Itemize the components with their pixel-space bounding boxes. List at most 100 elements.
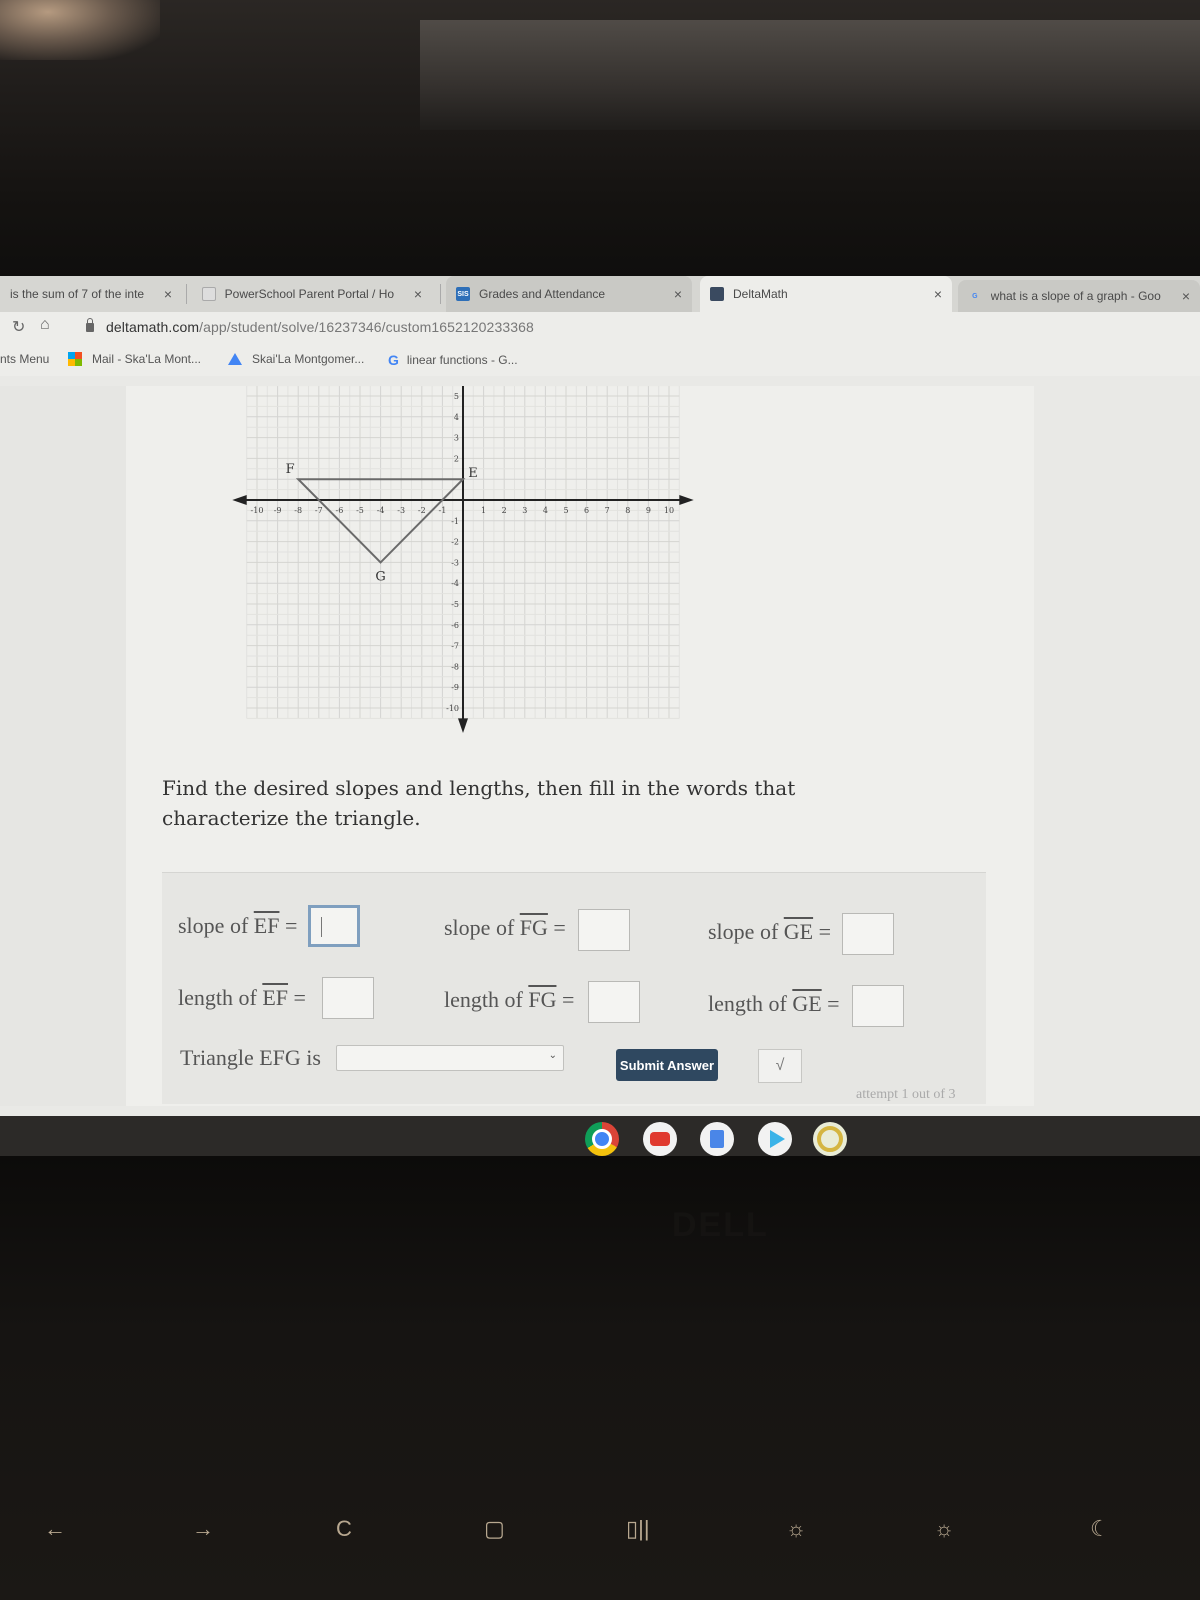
triangle-type-select[interactable]: ⌄ [336, 1045, 564, 1071]
label-prefix: length of [178, 985, 263, 1010]
play-store-icon[interactable] [758, 1122, 792, 1156]
segment-ge: GE [792, 991, 822, 1016]
vertex-label-e: E [468, 466, 478, 481]
x-tick-label: 6 [584, 506, 589, 515]
fullscreen-key-icon: ▢ [484, 1516, 505, 1541]
close-tab-icon[interactable]: × [164, 286, 172, 302]
coordinate-graph: -10 -9 -8 -7 -6 -5 -4 -3 -2 -1 1 2 3 4 5 6 7 8 9 10 5 4 3 2 -1 -2… [232, 386, 694, 733]
sqrt-button[interactable]: √ [758, 1049, 802, 1083]
x-tick-label: 7 [605, 506, 610, 515]
x-tick-label: 3 [522, 506, 527, 515]
powerschool-icon [202, 287, 216, 301]
reload-icon[interactable]: ↻ [12, 317, 25, 337]
length-ge-input[interactable] [852, 985, 904, 1027]
slope-ef-label: slope of EF = [178, 913, 297, 939]
segment-ge: GE [783, 919, 814, 944]
address-bar[interactable]: deltamath.com/app/student/solve/16237346… [86, 318, 534, 335]
vertex-label-g: G [375, 569, 385, 584]
y-tick-label: 2 [454, 454, 459, 463]
submit-answer-button[interactable]: Submit Answer [616, 1049, 718, 1081]
x-tick-label: -3 [397, 506, 405, 515]
segment-fg: FG [528, 987, 557, 1012]
tab-title: DeltaMath [733, 287, 788, 301]
x-axis-arrow-left [232, 495, 247, 505]
bookmark-drive[interactable]: Skai'La Montgomer... [228, 352, 364, 366]
label-suffix: = [279, 913, 298, 938]
x-tick-label: -10 [251, 506, 264, 515]
label-prefix: length of [708, 991, 793, 1016]
photo-background [0, 0, 1200, 280]
tab-strip: is the sum of 7 of the inte × PowerSchoo… [0, 276, 1200, 312]
url-path: /app/student/solve/16237346/custom165212… [199, 319, 534, 335]
forward-key-icon: → [192, 1516, 214, 1541]
chromeos-shelf [0, 1116, 1200, 1156]
laptop-keyboard: DELL ← → C ▢ ▯|| ☼ ☼ ☾ [0, 1156, 1200, 1600]
segment-ef: EF [262, 985, 289, 1010]
x-tick-label: 4 [543, 506, 548, 515]
close-tab-icon[interactable]: × [674, 286, 682, 302]
y-tick-label: -2 [451, 538, 459, 547]
label-prefix: slope of [178, 913, 254, 938]
back-key-icon: ← [44, 1516, 66, 1541]
tab-google-search-2[interactable]: G what is a slope of a graph - Goo × [958, 280, 1200, 312]
home-icon[interactable]: ⌂ [40, 316, 50, 334]
microsoft-icon [68, 352, 82, 366]
text-caret [321, 917, 322, 937]
bookmark-mail[interactable]: Mail - Ska'La Mont... [68, 352, 201, 366]
bookmark-label: nts Menu [0, 352, 50, 366]
x-axis-arrow-right [679, 495, 694, 505]
sis-icon: SIS [456, 287, 470, 301]
x-tick-label: -1 [439, 506, 447, 515]
tab-grades-attendance[interactable]: SIS Grades and Attendance × [446, 276, 692, 312]
slope-fg-label: slope of FG = [444, 915, 566, 941]
chrome-icon[interactable] [585, 1122, 619, 1156]
close-tab-icon[interactable]: × [414, 286, 422, 302]
docs-icon[interactable] [700, 1122, 734, 1156]
tab-powerschool[interactable]: PowerSchool Parent Portal / Ho × [192, 276, 432, 312]
close-tab-icon[interactable]: × [934, 286, 942, 302]
close-tab-icon[interactable]: × [1182, 288, 1190, 304]
length-fg-input[interactable] [588, 981, 640, 1023]
x-tick-label: -5 [356, 506, 364, 515]
bookmark-label: Mail - Ska'La Mont... [92, 352, 201, 366]
tab-deltamath[interactable]: DeltaMath × [700, 276, 952, 312]
length-ge-label: length of GE = [708, 991, 840, 1017]
url-host: deltamath.com [106, 319, 200, 335]
slope-ge-label: slope of GE = [708, 919, 831, 945]
tab-google-search-1[interactable]: is the sum of 7 of the inte × [0, 276, 182, 312]
lock-icon [86, 318, 94, 332]
background-object [420, 20, 1200, 130]
youtube-icon[interactable] [643, 1122, 677, 1156]
page-margin-right [1034, 386, 1200, 1106]
vertex-label-f: F [286, 462, 295, 477]
slope-ge-input[interactable] [842, 913, 894, 955]
page-margin-left [0, 386, 126, 1106]
bookmark-linear-functions[interactable]: G linear functions - G... [388, 352, 518, 368]
slope-fg-input[interactable] [578, 909, 630, 951]
slope-ef-input[interactable] [308, 905, 360, 947]
length-fg-label: length of FG = [444, 987, 574, 1013]
length-ef-label: length of EF = [178, 985, 306, 1011]
bookmarks-bar: nts Menu Mail - Ska'La Mont... Skai'La M… [0, 344, 1200, 376]
y-tick-label: -1 [451, 517, 459, 526]
triangle-classification-label: Triangle EFG is [180, 1045, 321, 1070]
y-tick-label: 5 [454, 392, 459, 401]
x-tick-label: 10 [664, 506, 674, 515]
bookmark-apps-menu[interactable]: nts Menu [0, 352, 49, 366]
app-icon[interactable] [813, 1122, 847, 1156]
label-suffix: = [547, 915, 566, 940]
y-tick-label: -6 [451, 621, 459, 630]
y-tick-label: 4 [454, 413, 459, 422]
y-axis-arrow-down [458, 718, 468, 733]
x-tick-label: -6 [336, 506, 344, 515]
x-tick-label: 8 [625, 506, 630, 515]
label-suffix: = [813, 919, 832, 944]
y-tick-label: -4 [451, 579, 459, 588]
segment-ef: EF [253, 913, 280, 938]
y-tick-label: -10 [446, 704, 459, 713]
tab-separator [186, 284, 187, 304]
tab-separator [440, 284, 441, 304]
answer-area: slope of EF = slope of FG = slope of GE … [162, 872, 986, 1104]
x-tick-label: -7 [315, 506, 323, 515]
length-ef-input[interactable] [322, 977, 374, 1019]
